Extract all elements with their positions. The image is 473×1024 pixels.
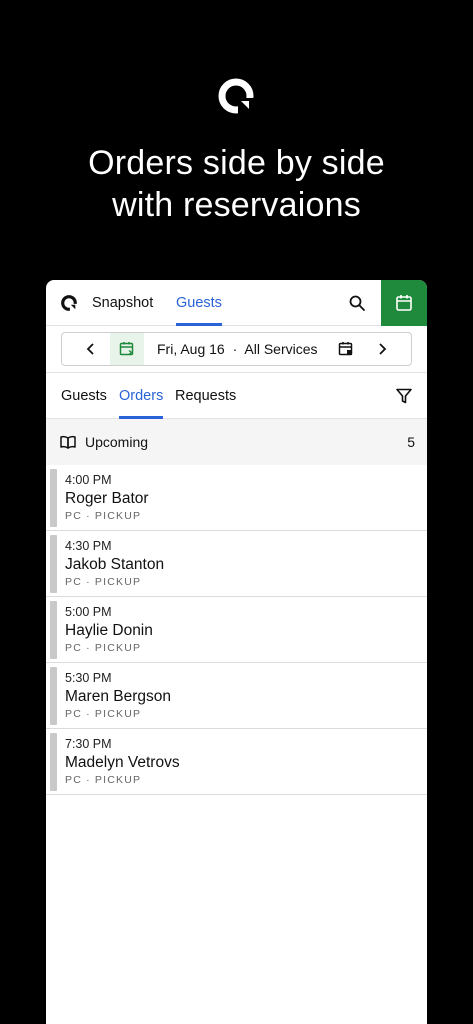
app-logo-icon[interactable] xyxy=(60,294,78,312)
status-bar xyxy=(50,667,57,725)
service-text: All Services xyxy=(244,341,318,357)
order-meta: PC · PICKUP xyxy=(65,774,142,786)
guest-name: Madelyn Vetrovs xyxy=(65,754,180,771)
calendar-icon xyxy=(396,295,412,311)
order-meta: PC · PICKUP xyxy=(65,708,142,720)
separator: · xyxy=(232,341,238,357)
order-time: 4:00 PM xyxy=(65,473,112,487)
calendar-arrow-icon xyxy=(119,342,134,356)
next-day-button[interactable] xyxy=(367,333,397,365)
order-time: 4:30 PM xyxy=(65,539,112,553)
date-selector-bar: Fri, Aug 16 · All Services xyxy=(46,326,427,373)
status-bar xyxy=(50,733,57,791)
tab-guests-list[interactable]: Guests xyxy=(61,373,107,419)
calendar-button[interactable] xyxy=(381,280,427,326)
status-bar xyxy=(50,535,57,593)
headline-line-1: Orders side by side xyxy=(88,144,385,182)
status-bar xyxy=(50,601,57,659)
headline-line-2: with reservaions xyxy=(112,186,361,224)
section-title: Upcoming xyxy=(85,434,149,450)
order-meta: PC · PICKUP xyxy=(65,576,142,588)
order-meta: PC · PICKUP xyxy=(65,642,142,654)
list-item[interactable]: 5:30 PM Maren Bergson PC · PICKUP xyxy=(46,663,427,729)
order-meta: PC · PICKUP xyxy=(65,510,142,522)
tab-snapshot[interactable]: Snapshot xyxy=(92,280,153,326)
tab-requests[interactable]: Requests xyxy=(175,373,236,419)
tab-guests[interactable]: Guests xyxy=(176,280,222,326)
section-count: 5 xyxy=(407,434,415,450)
list-item[interactable]: 7:30 PM Madelyn Vetrovs PC · PICKUP xyxy=(46,729,427,795)
date-selector: Fri, Aug 16 · All Services xyxy=(61,332,412,366)
list-item[interactable]: 4:00 PM Roger Bator PC · PICKUP xyxy=(46,465,427,531)
list-item[interactable]: 5:00 PM Haylie Donin PC · PICKUP xyxy=(46,597,427,663)
guest-name: Maren Bergson xyxy=(65,688,171,705)
tab-orders[interactable]: Orders xyxy=(119,373,164,419)
upcoming-section-header[interactable]: Upcoming 5 xyxy=(46,419,427,465)
chevron-right-icon xyxy=(379,343,387,355)
previous-day-button[interactable] xyxy=(76,333,106,365)
promo-headline: Orders side by side with reservaions xyxy=(0,142,473,226)
calendar-picker-button[interactable] xyxy=(336,333,356,365)
order-time: 7:30 PM xyxy=(65,737,112,751)
app-screen: Snapshot Guests Fri, Aug 16 · All Servic… xyxy=(46,280,427,1024)
status-bar xyxy=(50,469,57,527)
order-time: 5:00 PM xyxy=(65,605,112,619)
calendar-today-button[interactable] xyxy=(110,333,144,365)
chevron-left-icon xyxy=(86,343,94,355)
guest-name: Haylie Donin xyxy=(65,622,153,639)
guest-name: Roger Bator xyxy=(65,490,149,507)
app-logo-icon xyxy=(218,78,254,114)
search-icon[interactable] xyxy=(348,294,366,312)
sub-tabs: Guests Orders Requests xyxy=(46,373,427,419)
guest-name: Jakob Stanton xyxy=(65,556,165,573)
orders-list: 4:00 PM Roger Bator PC · PICKUP 4:30 PM … xyxy=(46,465,427,795)
top-navigation: Snapshot Guests xyxy=(46,280,427,326)
book-icon xyxy=(60,435,76,449)
date-text: Fri, Aug 16 xyxy=(157,341,225,357)
calendar-grid-icon xyxy=(338,342,353,356)
date-service-label[interactable]: Fri, Aug 16 · All Services xyxy=(157,333,318,365)
order-time: 5:30 PM xyxy=(65,671,112,685)
list-item[interactable]: 4:30 PM Jakob Stanton PC · PICKUP xyxy=(46,531,427,597)
filter-icon[interactable] xyxy=(395,387,413,405)
